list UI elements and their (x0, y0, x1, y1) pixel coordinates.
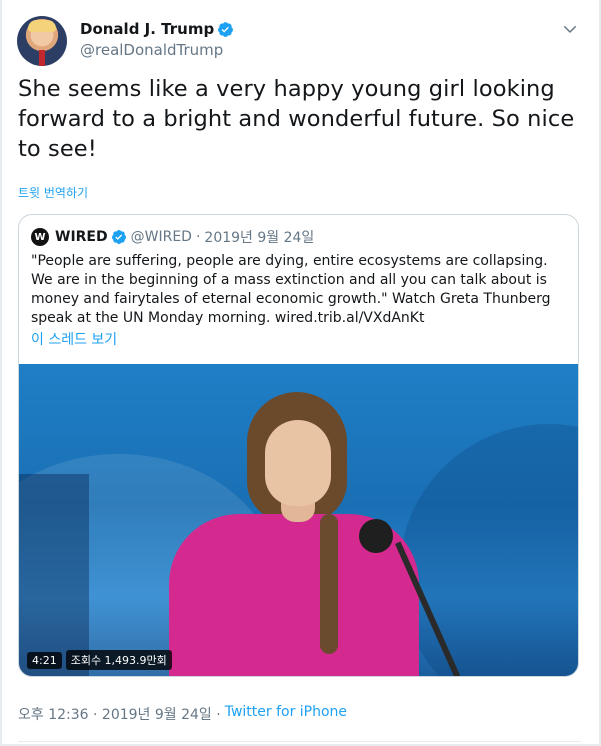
translate-tweet-link[interactable]: 트윗 번역하기 (18, 184, 88, 201)
quoted-tweet-card[interactable]: W WIRED @WIRED · 2019년 9월 24일 "People ar… (18, 214, 579, 677)
view-thread-link[interactable]: 이 스레드 보기 (31, 329, 117, 349)
verified-badge-icon (218, 21, 234, 37)
avatar-tie (39, 50, 45, 66)
frame-left-border (0, 0, 2, 746)
avatar-hair (28, 20, 56, 32)
tweet-meta: 오후 12:36 · 2019년 9월 24일 · Twitter for iP… (18, 704, 347, 724)
tweet-source-link[interactable]: Twitter for iPhone (225, 704, 347, 724)
avatar[interactable] (17, 16, 67, 66)
quoted-tweet-header: W WIRED @WIRED · 2019년 9월 24일 (31, 227, 314, 247)
author-display-name[interactable]: Donald J. Trump (80, 20, 214, 38)
verified-badge-icon (111, 230, 126, 244)
stage-background-shadow (19, 474, 89, 676)
quoted-author-handle[interactable]: @WIRED (131, 229, 192, 245)
quoted-tweet-text: "People are suffering, people are dying,… (31, 253, 551, 326)
quoted-date-separator: · (195, 229, 201, 245)
video-view-count: 조회수 1,493.9만회 (65, 650, 172, 670)
author-handle[interactable]: @realDonaldTrump (80, 41, 223, 59)
chevron-down-icon[interactable] (561, 20, 579, 38)
speaker-braid (320, 514, 338, 654)
wired-avatar: W (31, 228, 49, 246)
quoted-tweet-date[interactable]: 2019년 9월 24일 (204, 227, 314, 247)
video-player[interactable]: 4:21 조회수 1,493.9만회 (19, 364, 578, 676)
stage-background-arc (399, 424, 578, 676)
quoted-author-name[interactable]: WIRED (55, 229, 108, 245)
tweet-timestamp[interactable]: 오후 12:36 · 2019년 9월 24일 · (18, 704, 221, 724)
author-name-row[interactable]: Donald J. Trump (80, 20, 234, 38)
microphone-icon (359, 519, 393, 553)
video-info-overlay: 4:21 조회수 1,493.9만회 (27, 650, 172, 670)
tweet-text: She seems like a very happy young girl l… (18, 76, 575, 162)
speaker-face (265, 420, 331, 506)
video-duration: 4:21 (27, 651, 62, 669)
divider (18, 741, 581, 742)
